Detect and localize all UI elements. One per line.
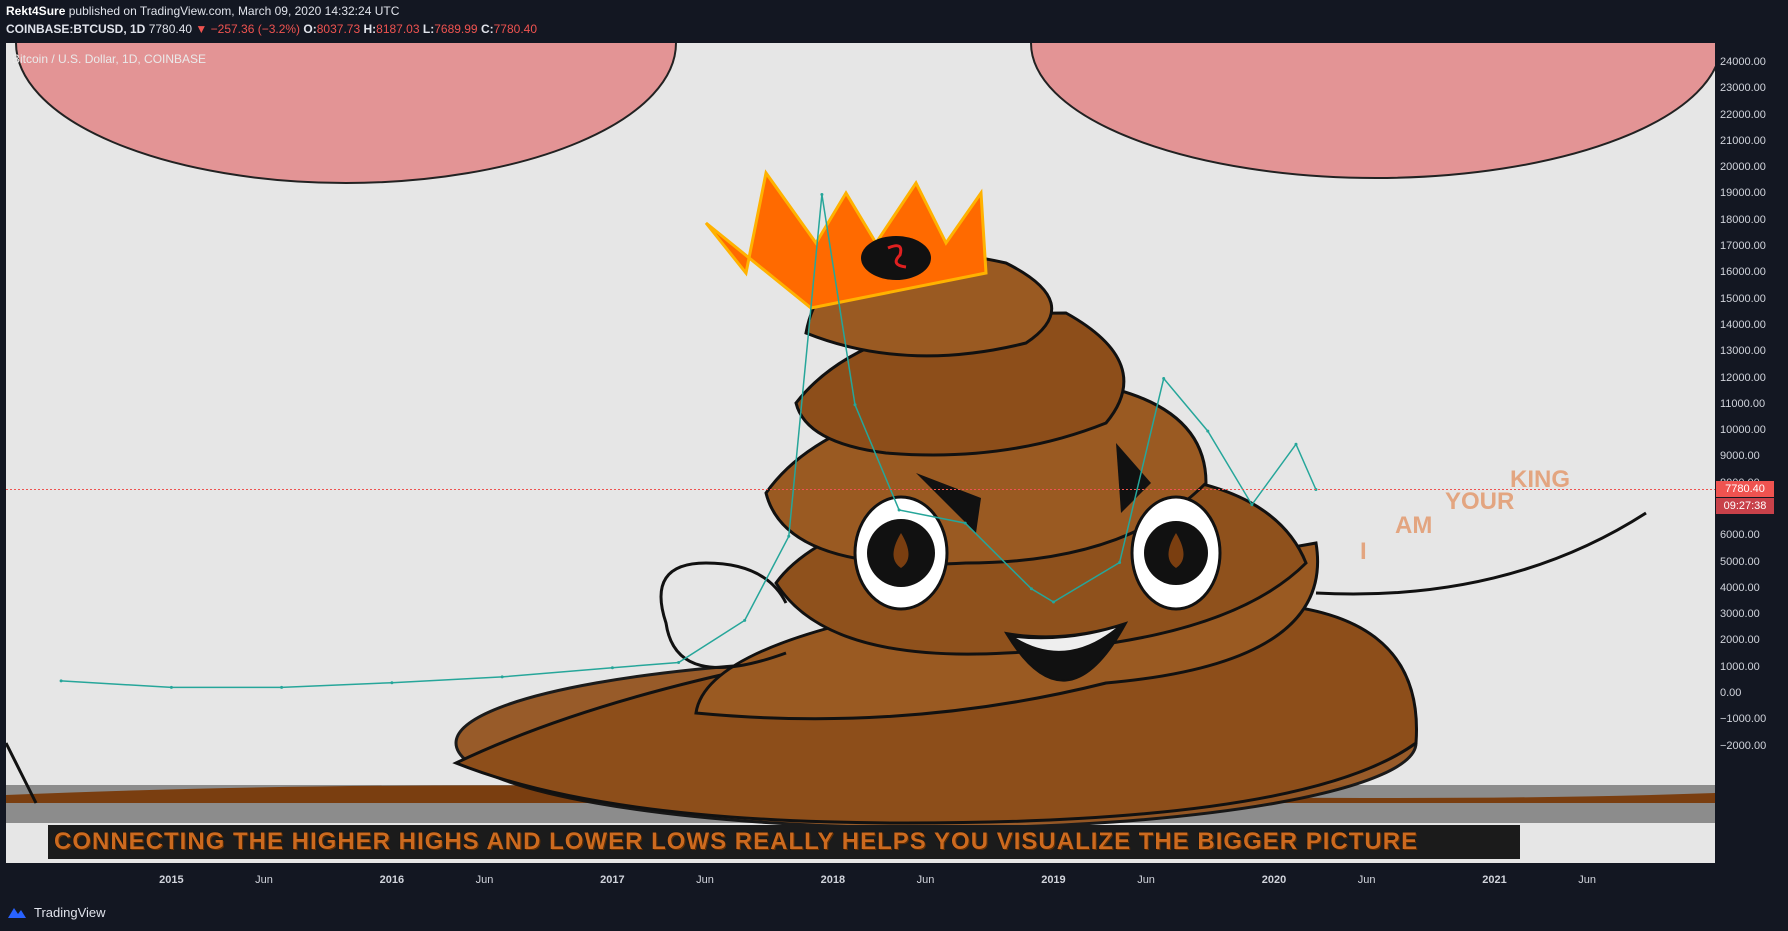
time-tick-label: Jun (916, 874, 935, 886)
open-label: O: (303, 22, 317, 36)
price-point (677, 661, 681, 664)
price-point (169, 685, 173, 689)
price-point (1118, 561, 1122, 564)
last-price-badge: 7780.40 (1716, 481, 1774, 498)
price-tick-label: 16000.00 (1720, 266, 1766, 279)
time-tick-label: 2016 (379, 874, 405, 886)
annotation-your: YOUR (1445, 488, 1515, 515)
price-tick-label: 15000.00 (1720, 292, 1766, 305)
price-point (390, 681, 394, 685)
price-point (1162, 377, 1166, 380)
price-point (59, 679, 63, 683)
price-point (1052, 600, 1055, 604)
price-point (500, 675, 504, 679)
right-eye (1130, 495, 1222, 611)
chart-subtitle: Bitcoin / U.S. Dollar, 1D, COINBASE (12, 52, 207, 66)
annotation-am: AM (1395, 512, 1433, 539)
time-tick-label: Jun (696, 874, 714, 886)
price-tick-label: 10000.00 (1720, 424, 1766, 437)
symbol-label: COINBASE:BTCUSD, 1D (6, 22, 146, 36)
low-label: L: (422, 22, 435, 36)
time-tick-label: Jun (475, 874, 494, 886)
price-tick-label: 24000.00 (1720, 56, 1766, 68)
price-point (1029, 587, 1033, 591)
chart-canvas[interactable] (6, 43, 1715, 863)
publish-text: published on TradingView.com, March 09, … (68, 4, 400, 18)
high-value: 8187.03 (376, 22, 420, 36)
price-tick-label: 14000.00 (1720, 318, 1766, 331)
high-label: H: (363, 22, 377, 36)
price-tick-label: 21000.00 (1720, 134, 1766, 147)
low-value: 7689.99 (434, 22, 478, 36)
price-point (280, 685, 284, 689)
tradingview-logo-icon (8, 908, 26, 918)
time-tick-label: 2017 (600, 874, 625, 886)
close-label: C: (480, 22, 494, 36)
footer: TradingView (6, 902, 106, 922)
price-tick-label: −2000.00 (1720, 739, 1767, 752)
time-tick-label: 2019 (1041, 874, 1066, 886)
price-point (820, 193, 824, 196)
price-tick-label: 5000.00 (1720, 555, 1760, 568)
time-tick-label: 2021 (1482, 874, 1507, 886)
price-tick-label: 18000.00 (1720, 213, 1766, 226)
ohlc-legend: COINBASE:BTCUSD, 1D 7780.40 ▼ −257.36 (−… (6, 22, 537, 36)
annotation-i: I (1360, 538, 1367, 565)
brand-name[interactable]: TradingView (34, 905, 106, 920)
price-point (1294, 442, 1298, 446)
open-value: 8037.73 (316, 22, 361, 36)
price-point (610, 666, 614, 670)
left-eye (853, 495, 949, 611)
price-tick-label: 17000.00 (1720, 240, 1766, 253)
caption-banner: CONNECTING THE HIGHER HIGHS AND LOWER LO… (48, 825, 1520, 859)
author-name[interactable]: Rekt4Sure (6, 4, 65, 18)
last-price: 7780.40 (148, 22, 193, 36)
time-tick-label: Jun (1357, 874, 1376, 886)
time-tick-label: 2015 (159, 874, 184, 886)
down-arrow-icon: ▼ (195, 22, 208, 36)
price-tick-label: 22000.00 (1720, 108, 1766, 121)
annotation-king: KING (1510, 466, 1570, 493)
price-point (743, 618, 747, 622)
price-point (963, 521, 967, 525)
price-point (1206, 429, 1210, 433)
close-value: 7780.40 (493, 22, 538, 36)
countdown-badge: 09:27:38 (1716, 498, 1774, 515)
price-tick-label: −1000.00 (1720, 713, 1767, 726)
price-tick-label: 4000.00 (1720, 581, 1760, 594)
price-tick-label: 13000.00 (1720, 345, 1766, 358)
time-tick-label: 2018 (820, 874, 846, 886)
price-point (897, 508, 901, 512)
price-tick-label: 0.00 (1720, 687, 1742, 699)
price-tick-label: 20000.00 (1720, 161, 1766, 174)
price-tick-label: 2000.00 (1720, 634, 1760, 647)
price-tick-label: 9000.00 (1720, 450, 1760, 463)
price-tick-label: 11000.00 (1720, 397, 1766, 410)
time-tick-label: Jun (255, 874, 273, 886)
time-tick-label: Jun (1578, 874, 1596, 886)
price-tick-label: 1000.00 (1720, 660, 1760, 673)
time-tick-label: 2020 (1261, 874, 1287, 886)
publish-info: Rekt4Sure published on TradingView.com, … (6, 4, 399, 18)
price-tick-label: 3000.00 (1720, 608, 1760, 621)
price-point (787, 534, 791, 538)
price-point (1250, 503, 1254, 507)
price-tick-label: 6000.00 (1720, 529, 1760, 542)
price-tick-label: 19000.00 (1720, 187, 1766, 200)
price-point (853, 403, 857, 407)
time-tick-label: Jun (1137, 874, 1155, 886)
price-tick-label: 23000.00 (1720, 82, 1766, 95)
price-change: −257.36 (−3.2%) (210, 22, 301, 36)
price-tick-label: 12000.00 (1720, 371, 1766, 384)
